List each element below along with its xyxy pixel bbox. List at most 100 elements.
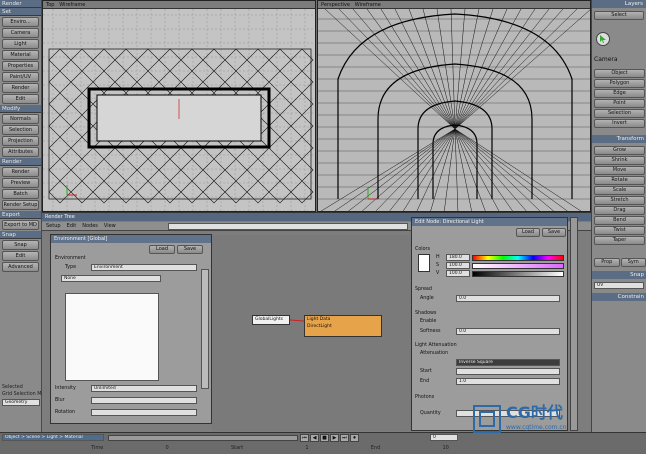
right-tool-button[interactable]: Grow (594, 146, 645, 155)
right-tool-button[interactable]: Polygon (594, 79, 645, 88)
transport-icon[interactable]: ⏭ (340, 434, 349, 442)
shadow-softness-field[interactable]: 0.0 (456, 328, 560, 335)
left-button[interactable]: Export to MD (2, 220, 39, 230)
left-section-4[interactable]: Snap (0, 231, 41, 239)
node-toolbar-item[interactable]: Edit (67, 222, 77, 230)
node-toolbar-item[interactable]: Nodes (82, 222, 98, 230)
timeline-field-value[interactable]: 1 (305, 445, 308, 451)
node-search-input[interactable] (168, 223, 408, 230)
node-toolbar-item[interactable]: Setup (46, 222, 61, 230)
select-button[interactable]: Select (594, 11, 644, 20)
viewport-label-persp[interactable]: Perspective (321, 2, 350, 8)
right-tool-button[interactable]: Object (594, 69, 645, 78)
atten-start-field[interactable] (456, 368, 560, 375)
right-tool-button[interactable]: Move (594, 166, 645, 175)
color-channel-value[interactable]: 100.0 (446, 262, 470, 269)
color-gradient-slider[interactable] (472, 270, 564, 277)
timeline-field-value[interactable]: 0 (166, 445, 169, 451)
color-channel-value[interactable]: 180.0 (446, 254, 470, 261)
left-button[interactable]: Edit (2, 94, 39, 104)
frame-field[interactable]: 0 (430, 434, 458, 441)
right-tool-button[interactable]: Taper (594, 236, 645, 245)
right-tool-button[interactable]: Shrink (594, 156, 645, 165)
left-button[interactable]: Batch (2, 189, 39, 199)
light-panel-scrollbar[interactable] (570, 217, 578, 431)
timeline-field-value[interactable]: 10 (442, 445, 448, 451)
env-scrollbar[interactable] (201, 269, 209, 389)
left-button[interactable]: Projection (2, 136, 39, 146)
left-button[interactable]: Render Setup (2, 200, 39, 210)
left-button[interactable]: Render (2, 83, 39, 93)
render-header: Render (0, 0, 41, 8)
atten-end-field[interactable]: 1.0 (456, 378, 560, 385)
left-section-3[interactable]: Export (0, 211, 41, 219)
prop-button[interactable]: Prop (594, 258, 620, 267)
attenuation-type-select[interactable]: Inverse Square (456, 359, 560, 366)
env-field3[interactable] (91, 409, 197, 416)
env-save-button[interactable]: Save (177, 245, 203, 254)
env-type-field[interactable]: Environment (91, 264, 197, 271)
left-section-2[interactable]: Render (0, 158, 41, 166)
left-button[interactable]: Advanced (2, 262, 39, 272)
timeline-track[interactable] (108, 435, 298, 441)
constrain-header[interactable]: Constrain (592, 293, 646, 301)
light-save-button[interactable]: Save (542, 228, 566, 237)
transform-header[interactable]: Transform (592, 135, 646, 143)
right-tool-button[interactable]: Rotate (594, 176, 645, 185)
color-gradient-slider[interactable] (472, 254, 564, 261)
left-button[interactable]: Render (2, 167, 39, 177)
light-load-button[interactable]: Load (516, 228, 540, 237)
node-canvas[interactable]: GlobalLights Light Data DirectLight (212, 235, 412, 431)
right-tool-button[interactable]: Selection (594, 109, 645, 118)
right-tool-button[interactable]: Stretch (594, 196, 645, 205)
geometry-field[interactable]: Geometry (2, 399, 40, 406)
right-tool-button[interactable]: Point (594, 99, 645, 108)
right-tool-button[interactable]: Drag (594, 206, 645, 215)
left-button[interactable]: Enviro... (2, 17, 39, 27)
right-tool-button[interactable]: Twist (594, 226, 645, 235)
node-toolbar-item[interactable]: View (104, 222, 116, 230)
env-load-button[interactable]: Load (149, 245, 175, 254)
transport-icon[interactable]: ⏮ (300, 434, 309, 442)
transport-icon[interactable]: ⏺ (350, 434, 359, 442)
perspective-viewport[interactable]: Perspective Wireframe (317, 0, 591, 212)
transport-icon[interactable]: ■ (320, 434, 329, 442)
env-field2[interactable] (91, 397, 197, 404)
left-button[interactable]: Light (2, 39, 39, 49)
select-arrow-icon[interactable] (596, 32, 610, 46)
layers-header[interactable]: Layers (592, 0, 646, 8)
left-button[interactable]: Snap (2, 240, 39, 250)
snap-header[interactable]: Snap (592, 271, 646, 279)
camera-button[interactable]: Camera (594, 56, 618, 63)
viewport-mode-persp[interactable]: Wireframe (355, 2, 381, 8)
right-tool-button[interactable]: Bend (594, 216, 645, 225)
transport-icon[interactable]: ▶ (330, 434, 339, 442)
left-button[interactable]: Paint/UV (2, 72, 39, 82)
spread-field[interactable]: 0.0 (456, 295, 560, 302)
viewport-mode-top[interactable]: Wireframe (59, 2, 85, 8)
uv-field[interactable]: UV (594, 282, 644, 289)
env-field1[interactable]: Unlimited (91, 385, 197, 392)
scene-path-field[interactable]: Object > Scene > Light > Material (2, 434, 104, 441)
left-button[interactable]: Camera (2, 28, 39, 38)
left-button[interactable]: Preview (2, 178, 39, 188)
left-button[interactable]: Selection (2, 125, 39, 135)
left-button[interactable]: Material (2, 50, 39, 60)
viewport-label-top[interactable]: Top (46, 2, 54, 8)
left-button[interactable]: Properties (2, 61, 39, 71)
color-channel-value[interactable]: 100.0 (446, 270, 470, 277)
left-button[interactable]: Attributes (2, 147, 39, 157)
left-section-0[interactable]: Set (0, 8, 41, 16)
left-button[interactable]: Edit (2, 251, 39, 261)
sym-button[interactable]: Sym (620, 258, 646, 267)
top-viewport[interactable]: Top Wireframe (42, 0, 316, 212)
color-swatch[interactable] (418, 254, 430, 272)
env-image-field[interactable]: None (61, 275, 161, 282)
right-tool-button[interactable]: Invert (594, 119, 645, 128)
right-tool-button[interactable]: Scale (594, 186, 645, 195)
left-section-1[interactable]: Modify (0, 105, 41, 113)
transport-icon[interactable]: ◀ (310, 434, 319, 442)
right-tool-button[interactable]: Edge (594, 89, 645, 98)
color-gradient-slider[interactable] (472, 262, 564, 269)
left-button[interactable]: Normals (2, 114, 39, 124)
